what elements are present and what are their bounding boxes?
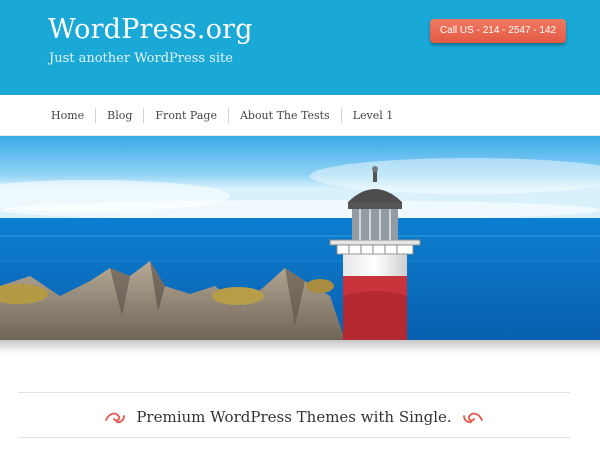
swirl-ornament-icon: [105, 412, 126, 424]
call-us-button[interactable]: Call US - 214 - 2547 - 142: [430, 19, 566, 43]
banner-tagline: Premium WordPress Themes with Single.: [136, 408, 452, 426]
hero-shadow: [0, 340, 600, 354]
site-title[interactable]: WordPress.org: [48, 14, 253, 45]
site-tagline: Just another WordPress site: [49, 51, 233, 66]
hero-banner-image: [0, 136, 600, 340]
swirl-ornament-icon: [462, 412, 483, 424]
nav-item-about-the-tests[interactable]: About The Tests: [229, 109, 341, 122]
banner-bottom-divider: [18, 437, 570, 438]
nav-item-blog[interactable]: Blog: [96, 109, 143, 122]
nav-menu: Home Blog Front Page About The Tests Lev…: [40, 95, 404, 135]
nav-item-home[interactable]: Home: [40, 109, 95, 122]
main-navigation: Home Blog Front Page About The Tests Lev…: [0, 95, 600, 136]
banner-top-divider: [18, 392, 570, 393]
nav-item-level-1[interactable]: Level 1: [342, 109, 405, 122]
nav-item-front-page[interactable]: Front Page: [144, 109, 228, 122]
banner-strip: Premium WordPress Themes with Single.: [18, 397, 570, 437]
site-header: WordPress.org Just another WordPress sit…: [0, 0, 600, 95]
